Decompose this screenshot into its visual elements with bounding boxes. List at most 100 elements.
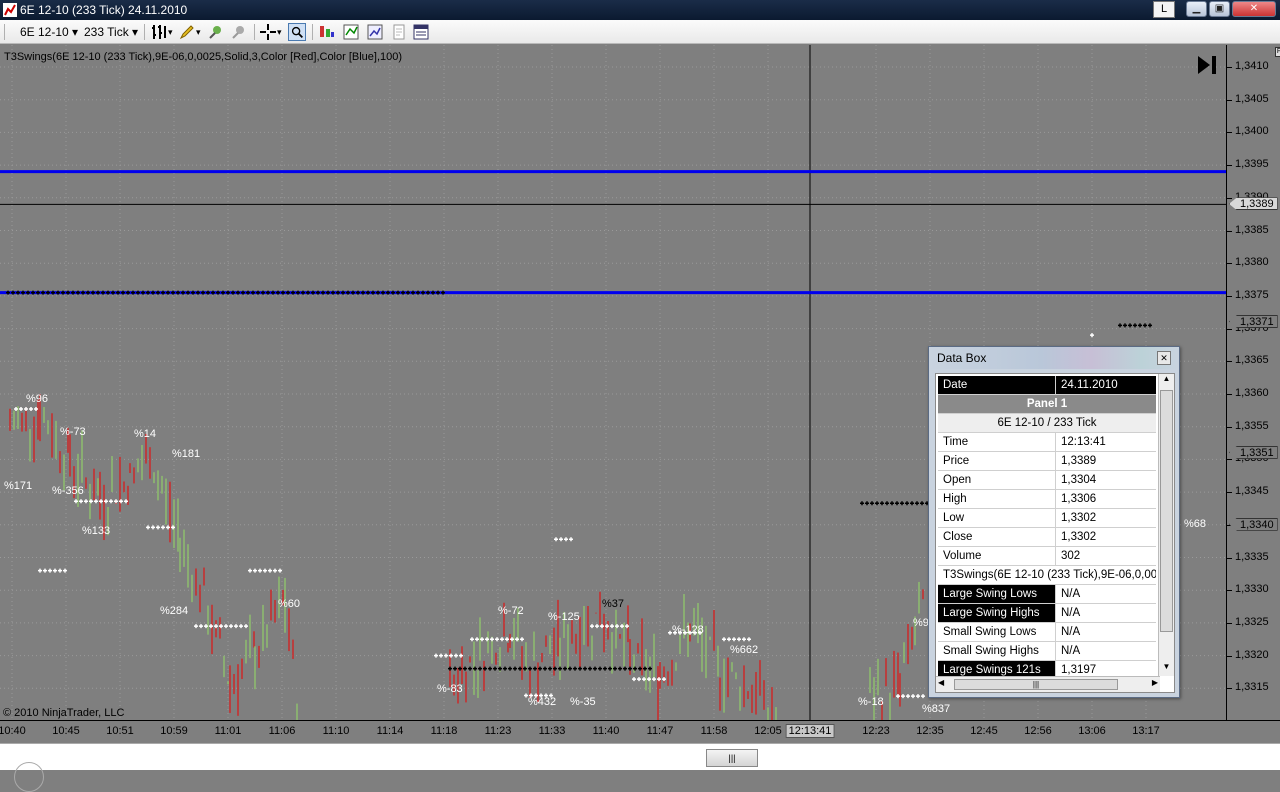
time-axis[interactable]: 10:40 10:45 10:51 10:59 11:01 11:06 11:10 11:14… [0,720,1280,743]
instrument-selector[interactable]: 6E 12-10 ▾ [20,23,78,41]
price-tick-label: 1,3380 [1235,256,1269,269]
small-swing-high-marker [263,568,267,573]
strategies-icon[interactable] [318,23,336,41]
price-tick-mark [1227,557,1232,559]
small-swing-high-marker [194,624,198,629]
bar-style-icon[interactable] [150,23,168,41]
small-swing-low-marker [603,666,607,671]
price-tick-label: 1,3410 [1235,60,1269,72]
swing-label: %-83 [437,683,463,695]
small-swing-high-marker [500,637,504,642]
small-swing-high-marker [258,568,262,573]
small-swing-high-marker [454,653,458,658]
time-tick-label: 10:45 [52,725,80,737]
crosshair-icon[interactable] [259,23,277,41]
small-swing-low-marker [498,666,502,671]
time-tick-label: 10:40 [0,725,26,737]
small-swing-high-marker [156,525,160,530]
small-swing-high-marker [253,568,257,573]
chart-properties-icon[interactable] [366,23,384,41]
time-tick-label: 13:06 [1078,725,1106,737]
small-swing-high-marker [590,624,594,629]
pencil-draw-icon[interactable] [178,23,196,41]
small-swing-high-marker [911,694,915,699]
pin-disabled-icon[interactable] [230,23,248,41]
data-box-vertical-scrollbar[interactable]: ▲ ▼ [1158,374,1174,676]
small-swing-high-marker [239,624,243,629]
small-swing-high-marker [29,407,33,412]
small-swing-low-marker [513,666,517,671]
bar-style-dropdown[interactable]: ▾ [168,23,173,41]
price-chart-panel[interactable]: T3Swings(6E 12-10 (233 Tick),9E-06,0,002… [0,45,1226,720]
small-swing-high-marker [24,407,28,412]
data-box-icon[interactable] [412,23,430,41]
small-swing-low-marker [528,666,532,671]
chart-scroll-thumb[interactable]: ||| [706,749,758,767]
small-swing-high-marker [742,637,746,642]
time-tick-label: 11:47 [646,725,674,737]
interval-selector[interactable]: 233 Tick ▾ [84,23,138,41]
data-box-indicator-row: Large Swing Lows N/A [938,585,1156,604]
small-swing-low-marker [613,666,617,671]
minimize-button[interactable]: ▁ [1186,1,1207,17]
series-header: 6E 12-10 / 233 Tick [938,414,1156,433]
small-swing-low-marker [583,666,587,671]
data-box-row: Price 1,3389 [938,452,1156,471]
small-swing-high-marker [906,694,910,699]
small-swing-low-marker [885,501,889,506]
small-swing-low-marker [533,666,537,671]
language-indicator[interactable]: L [1153,1,1175,18]
price-tick-mark [1227,622,1232,624]
small-swing-low-marker [895,501,899,506]
small-swing-high-marker [114,499,118,504]
zoom-icon[interactable] [288,23,306,41]
close-button[interactable]: ✕ [1232,1,1276,17]
price-tick-label: 1,3320 [1235,648,1269,661]
start-orb-icon[interactable] [14,762,44,792]
data-box-value: 1,3302 [1061,531,1097,543]
small-swing-high-marker [273,568,277,573]
data-box-close-icon[interactable]: ✕ [1157,351,1171,365]
draw-dropdown[interactable]: ▾ [196,23,201,41]
price-tick-label: 1,3405 [1235,92,1269,105]
data-box-titlebar[interactable]: Data Box ✕ [929,347,1179,369]
data-box-row: Open 1,3304 [938,471,1156,490]
indicators-icon[interactable] [342,23,360,41]
maximize-button[interactable]: ▣ [1209,1,1230,17]
time-tick-label: 11:58 [700,725,728,737]
crosshair-dropdown[interactable]: ▾ [277,23,282,41]
small-swing-high-marker [146,525,150,530]
small-swing-high-marker [737,637,741,642]
small-swing-low-marker [508,666,512,671]
small-swing-high-marker [234,624,238,629]
templates-icon[interactable] [390,23,408,41]
time-tick-label: 12:23 [862,725,890,737]
small-swing-high-marker [79,499,83,504]
small-swing-low-marker [623,666,627,671]
data-box-horizontal-scrollbar[interactable]: ◀ ||| ▶ [936,676,1160,692]
data-box-key: Time [938,433,1056,451]
small-swing-high-marker [58,568,62,573]
time-tick-label: 11:40 [592,725,620,737]
data-box-key: Open [938,471,1056,489]
data-box-key: Small Swing Lows [938,623,1056,641]
panel-float-icon[interactable]: F [1275,47,1280,57]
data-box-scroll-thumb[interactable] [1160,390,1173,632]
small-swing-high-marker [554,537,558,542]
price-axis[interactable]: F 1,3410 1,3405 1,3400 1,3395 1,3390 1,3385 1,… [1226,45,1280,720]
price-tick-label: 1,3395 [1235,158,1269,171]
pin-icon[interactable] [207,23,225,41]
data-box-window[interactable]: Data Box ✕ Date 24.11.2010 Panel 1 6E 12… [928,346,1180,698]
go-to-last-bar-icon[interactable] [1196,54,1218,76]
swing-label: %837 [922,703,951,715]
data-box-key: Close [938,528,1056,546]
small-swing-low-marker [558,666,562,671]
time-tick-label: 10:51 [106,725,134,737]
small-swing-low-marker [543,666,547,671]
chart-horizontal-scrollbar[interactable]: ||| [0,743,1280,792]
crosshair-time-tag: 12:13:41 [785,724,835,738]
small-swing-low-marker [478,666,482,671]
small-swing-high-marker [637,677,641,682]
small-swing-low-marker [573,666,577,671]
data-box-hscroll-thumb[interactable]: ||| [954,679,1118,690]
